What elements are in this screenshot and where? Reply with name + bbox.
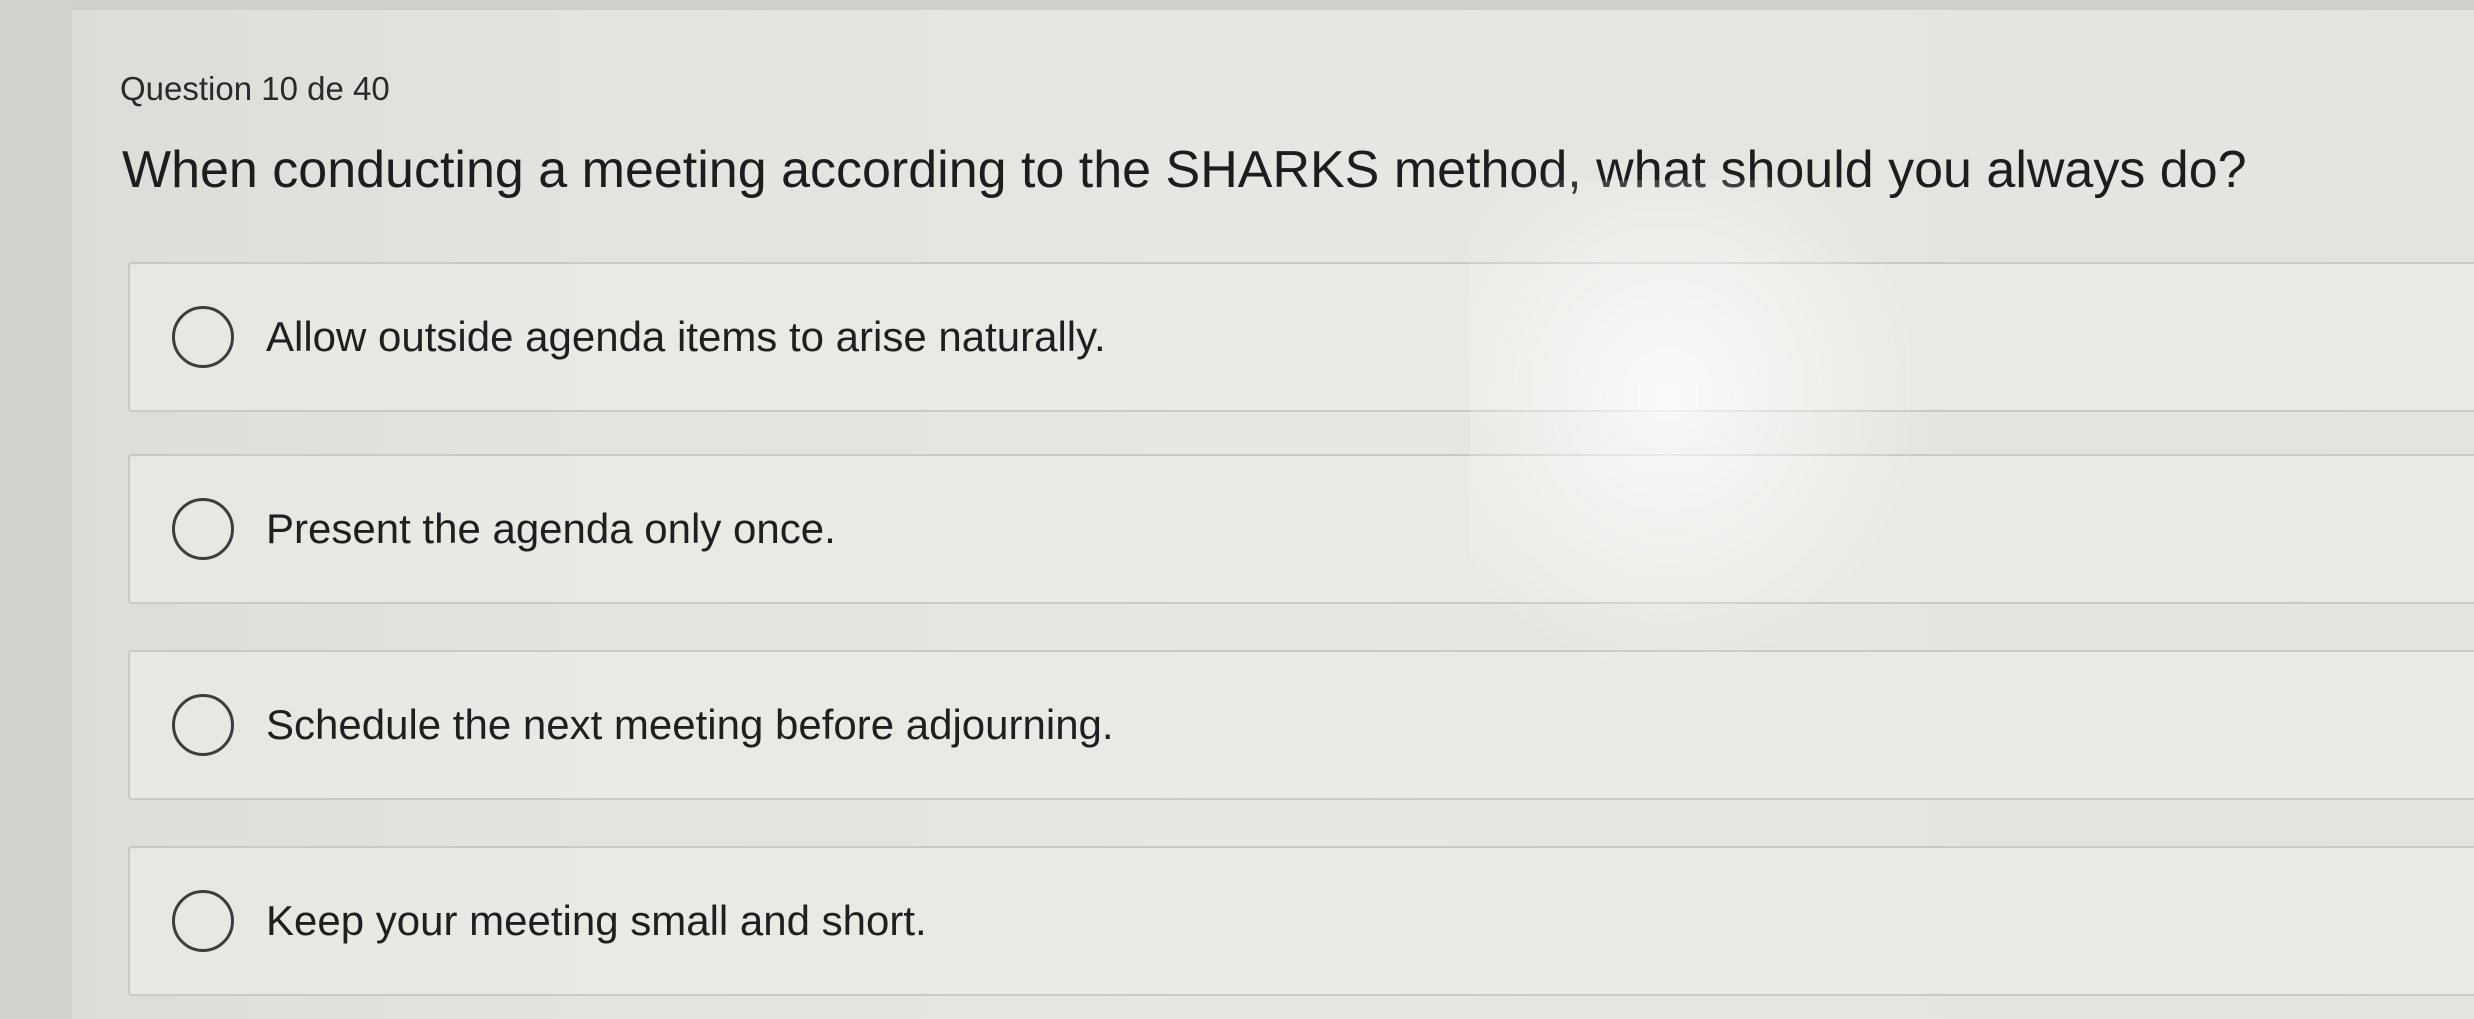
left-gutter [0, 0, 72, 1019]
answer-option-label: Present the agenda only once. [266, 505, 836, 552]
top-edge [0, 0, 2474, 10]
answer-option-label: Schedule the next meeting before adjourn… [266, 701, 1114, 748]
answer-option-3[interactable]: Schedule the next meeting before adjourn… [128, 650, 2474, 800]
question-text: When conducting a meeting according to t… [122, 141, 2247, 199]
answer-option-1[interactable]: Allow outside agenda items to arise natu… [128, 262, 2474, 412]
answer-option-4[interactable]: Keep your meeting small and short. [128, 846, 2474, 996]
radio-button-icon[interactable] [172, 498, 234, 560]
answer-option-label: Keep your meeting small and short. [266, 897, 927, 944]
radio-button-icon[interactable] [172, 890, 234, 952]
answer-option-label: Allow outside agenda items to arise natu… [266, 313, 1106, 360]
radio-button-icon[interactable] [172, 694, 234, 756]
answer-option-2[interactable]: Present the agenda only once. [128, 454, 2474, 604]
radio-button-icon[interactable] [172, 306, 234, 368]
question-counter: Question 10 de 40 [120, 70, 390, 107]
quiz-screen: Question 10 de 40 When conducting a meet… [0, 0, 2474, 1019]
